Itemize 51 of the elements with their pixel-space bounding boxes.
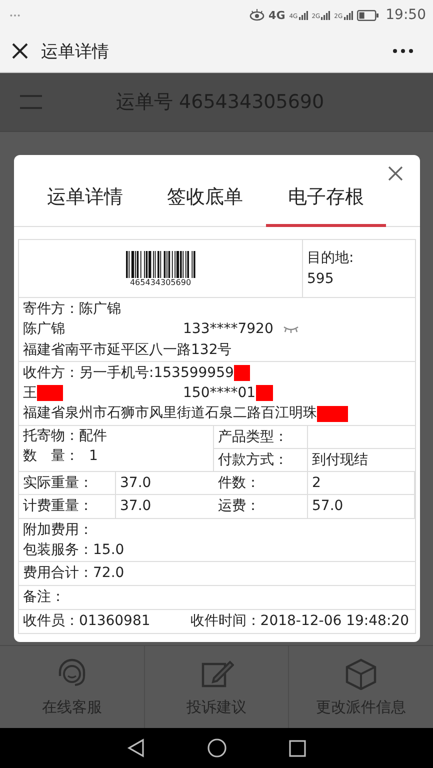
dialog-tab[interactable]: 电子存根	[266, 184, 386, 227]
home-icon[interactable]	[207, 738, 227, 758]
table-cell: 2	[308, 472, 415, 495]
clock-time: 19:50	[386, 7, 426, 23]
dialog-tab[interactable]: 签收底单	[146, 184, 264, 227]
eye-icon	[248, 9, 265, 21]
packaging-fee: 包装服务：15.0	[23, 541, 126, 560]
table-cell: 备注：	[19, 586, 415, 610]
table-cell: 产品类型：	[214, 426, 308, 449]
closed-eye-icon[interactable]	[283, 325, 300, 334]
page-title: 运单详情	[41, 40, 110, 62]
table-cell: 付款方式：	[214, 448, 308, 472]
table-cell: 到付现结	[308, 448, 415, 472]
barcode-drawing	[126, 250, 196, 278]
quantity-label: 数 量：	[23, 447, 79, 466]
sender-address: 福建省南平市延平区八一路132号	[23, 340, 233, 360]
sender-heading: 寄件方：陈广锦	[23, 300, 122, 319]
network-label: 4G	[268, 8, 286, 22]
sender-name: 陈广锦	[23, 320, 66, 340]
table-cell: 运费：	[214, 494, 308, 518]
quantity-value: 1	[89, 447, 98, 466]
receiver-heading: 收件方：另一手机号:153599959	[23, 364, 234, 383]
table-cell: 费用合计：72.0	[19, 562, 415, 586]
sender-phone: 133****7920	[183, 320, 274, 340]
receiver-name: 王	[23, 384, 37, 404]
collector-text: 收件员：01360981	[23, 612, 150, 632]
table-cell: 57.0	[308, 494, 415, 518]
signal-icon	[321, 10, 330, 20]
table-cell-text: 37.0	[119, 497, 152, 516]
collect-time: 收件时间：2018-12-06 19:48:20	[190, 612, 409, 632]
back-icon[interactable]	[127, 738, 145, 758]
signal-icon	[344, 10, 353, 20]
recents-icon[interactable]	[289, 740, 306, 756]
destination-label: 目的地:	[307, 249, 354, 268]
table-cell: 计费重量：	[19, 494, 116, 518]
dialog-tab[interactable]: 运单详情	[47, 184, 144, 227]
extra-fee-label: 附加费用：	[23, 520, 94, 540]
box-icon	[344, 658, 378, 690]
battery-icon	[356, 10, 379, 20]
goods-text: 托寄物：配件	[23, 426, 108, 446]
table-cell: 件数：	[214, 472, 308, 495]
more-icon[interactable]	[393, 49, 413, 53]
destination-value: 595	[307, 270, 335, 288]
table-cell: 实际重量：	[19, 472, 116, 495]
signal-icon	[298, 10, 308, 20]
table-cell: 37.0	[116, 472, 214, 495]
notification-icon	[10, 14, 20, 16]
barcode-number: 465434305690	[130, 278, 192, 286]
close-icon[interactable]	[12, 43, 28, 59]
receiver-address: 福建省泉州市石狮市风里街道石泉二路百江明珠	[23, 404, 317, 424]
receiver-phone: 150****01	[183, 384, 256, 404]
